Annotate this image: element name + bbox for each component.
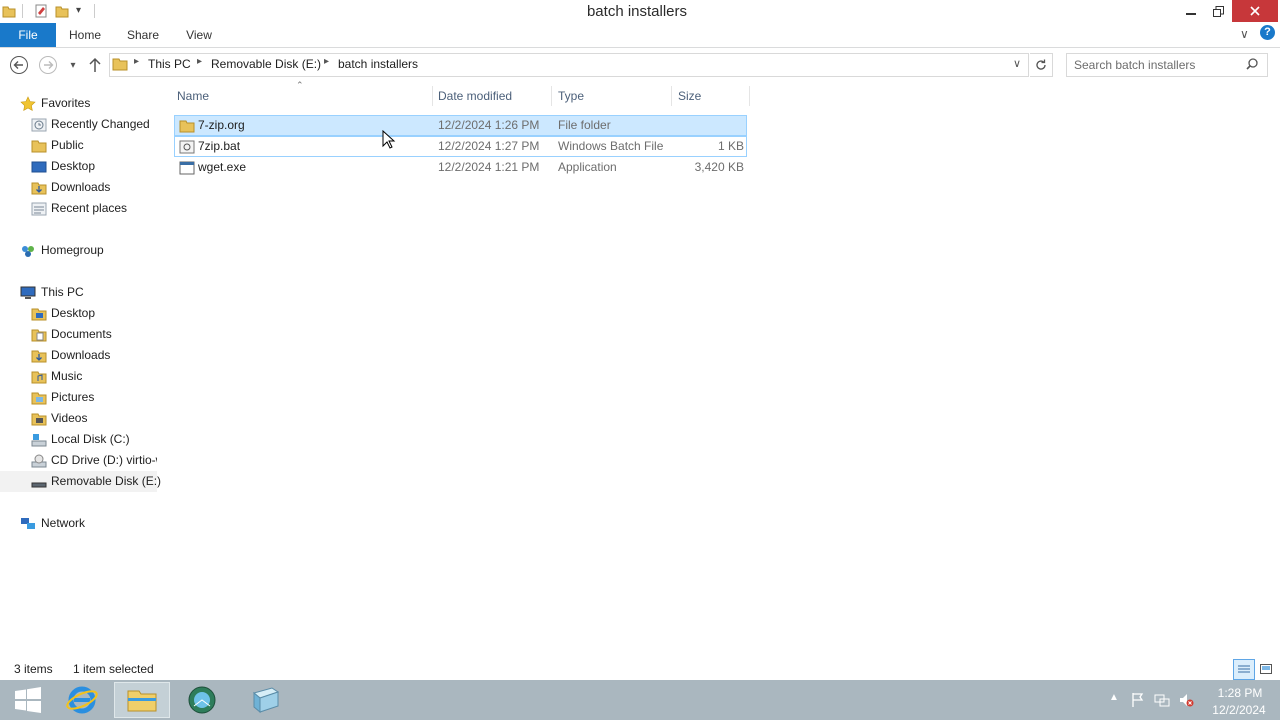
column-type[interactable]: Type (558, 89, 584, 103)
nav-favorites[interactable]: Favorites (41, 93, 90, 114)
tab-file[interactable]: File (0, 23, 56, 47)
recently-changed-icon (31, 118, 47, 135)
documents-icon (31, 328, 47, 345)
homegroup-icon (20, 243, 36, 262)
details-view-button[interactable] (1233, 659, 1255, 680)
large-icons-view-button[interactable] (1258, 660, 1274, 677)
column-divider[interactable] (749, 86, 750, 106)
nav-public[interactable]: Public (51, 135, 84, 156)
music-icon (31, 370, 47, 387)
internet-explorer-icon[interactable] (54, 682, 110, 718)
action-center-flag-icon[interactable] (1130, 692, 1146, 708)
nav-pc-local-disk[interactable]: Local Disk (C:) (51, 429, 130, 450)
chevron-right-icon[interactable]: ▸ (324, 56, 329, 67)
column-name[interactable]: Name (177, 89, 209, 103)
mouse-cursor-icon (382, 129, 396, 153)
control-panel-taskbar-button[interactable] (238, 682, 294, 718)
recent-locations-icon[interactable]: ▾ (62, 54, 84, 76)
status-item-count: 3 items (14, 662, 53, 676)
nav-homegroup[interactable]: Homegroup (41, 240, 104, 261)
nav-network[interactable]: Network (41, 513, 85, 534)
nav-downloads[interactable]: Downloads (51, 177, 110, 198)
tab-view[interactable]: View (180, 23, 218, 47)
search-input[interactable]: Search batch installers (1074, 58, 1195, 72)
chevron-right-icon[interactable]: ▸ (197, 56, 202, 67)
network-status-icon[interactable] (1154, 692, 1170, 708)
expand-ribbon-icon[interactable]: ∨ (1240, 27, 1249, 41)
breadcrumb-this-pc[interactable]: This PC (148, 57, 191, 71)
file-type: Application (558, 160, 617, 174)
desktop-folder-icon (31, 307, 47, 324)
file-date: 12/2/2024 1:26 PM (438, 118, 540, 132)
search-icon[interactable] (1246, 58, 1258, 73)
star-icon (20, 96, 36, 115)
batch-file-icon (179, 140, 195, 157)
nav-desktop[interactable]: Desktop (51, 156, 95, 177)
file-date: 12/2/2024 1:27 PM (438, 139, 540, 153)
file-name[interactable]: 7-zip.org (198, 115, 245, 136)
tab-share[interactable]: Share (122, 23, 164, 47)
forward-button[interactable] (37, 54, 59, 76)
file-name[interactable]: wget.exe (198, 157, 246, 178)
downloads-icon (31, 181, 47, 198)
breadcrumb-removable-disk[interactable]: Removable Disk (E:) (211, 57, 321, 71)
nav-this-pc[interactable]: This PC (41, 282, 84, 303)
file-date: 12/2/2024 1:21 PM (438, 160, 540, 174)
folder-icon (31, 139, 47, 156)
computer-icon (20, 285, 36, 304)
desktop-icon (31, 160, 47, 177)
nav-pc-cd-drive[interactable]: CD Drive (D:) virtio-w (51, 450, 157, 471)
recent-places-icon (31, 202, 47, 219)
application-icon (179, 161, 195, 178)
column-size[interactable]: Size (678, 89, 701, 103)
nav-pc-documents[interactable]: Documents (51, 324, 112, 345)
volume-muted-icon[interactable] (1178, 692, 1194, 708)
column-divider[interactable] (671, 86, 672, 106)
file-explorer-taskbar-button[interactable] (114, 682, 170, 718)
chevron-right-icon[interactable]: ▸ (134, 56, 139, 67)
file-type: File folder (558, 118, 611, 132)
show-hidden-icons[interactable]: ▲ (1106, 692, 1122, 708)
column-divider[interactable] (551, 86, 552, 106)
folder-icon (179, 119, 195, 136)
file-name[interactable]: 7zip.bat (198, 136, 240, 157)
network-icon (20, 516, 36, 535)
nav-pc-downloads[interactable]: Downloads (51, 345, 110, 366)
nav-pc-desktop[interactable]: Desktop (51, 303, 95, 324)
column-date-modified[interactable]: Date modified (438, 89, 512, 103)
local-disk-icon (31, 433, 47, 450)
column-divider[interactable] (432, 86, 433, 106)
cd-drive-icon (31, 454, 47, 471)
sort-ascending-icon: ⌃ (296, 80, 304, 90)
nav-pc-removable-disk[interactable]: Removable Disk (E:) (51, 471, 161, 492)
nav-recently-changed[interactable]: Recently Changed (51, 114, 156, 135)
window-title: batch installers (586, 3, 688, 20)
breadcrumb-batch-installers[interactable]: batch installers (338, 57, 418, 71)
downloads-icon (31, 349, 47, 366)
start-button[interactable] (0, 682, 56, 718)
clock-date[interactable]: 12/2/2024 (1204, 703, 1274, 717)
nav-pc-music[interactable]: Music (51, 366, 82, 387)
help-icon[interactable]: ? (1260, 25, 1275, 40)
refresh-button[interactable] (1030, 53, 1053, 77)
status-selection: 1 item selected (73, 662, 154, 676)
file-size: 3,420 KB (694, 160, 744, 174)
nav-recent-places[interactable]: Recent places (51, 198, 127, 219)
clock-time[interactable]: 1:28 PM (1210, 686, 1270, 700)
network-app-taskbar-button[interactable] (174, 682, 230, 718)
nav-pc-videos[interactable]: Videos (51, 408, 87, 429)
file-type: Windows Batch File (558, 139, 664, 153)
file-size: 1 KB (717, 139, 744, 153)
back-button[interactable] (8, 54, 30, 76)
tab-home[interactable]: Home (64, 23, 106, 47)
close-button[interactable] (1232, 0, 1278, 22)
nav-pc-pictures[interactable]: Pictures (51, 387, 94, 408)
videos-icon (31, 412, 47, 429)
address-dropdown-icon[interactable]: ∨ (1013, 57, 1021, 70)
up-button[interactable] (84, 54, 106, 76)
folder-icon (112, 57, 128, 74)
removable-disk-icon (31, 475, 47, 492)
pictures-icon (31, 391, 47, 408)
